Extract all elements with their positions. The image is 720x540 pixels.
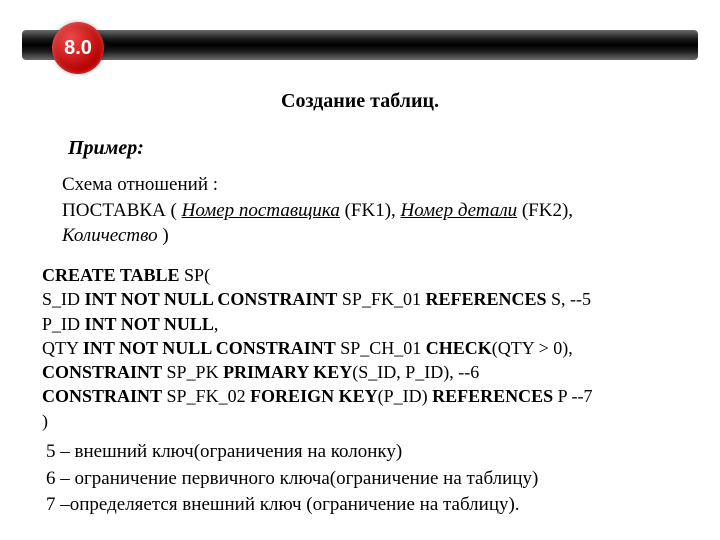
schema-line-1: Схема отношений : bbox=[62, 172, 720, 198]
code-line-7: ) bbox=[42, 409, 720, 433]
schema-line-2: ПОСТАВКА ( Номер поставщика (FK1), Номер… bbox=[62, 198, 720, 224]
schema-qty: Количество bbox=[62, 225, 158, 246]
note-6: 6 – ограничение первичного ключа(огранич… bbox=[46, 466, 720, 493]
code-line-2: S_ID INT NOT NULL CONSTRAINT SP_FK_01 RE… bbox=[42, 287, 720, 311]
code-line-5: CONSTRAINT SP_PK PRIMARY KEY(S_ID, P_ID)… bbox=[42, 360, 720, 384]
code-line-6: CONSTRAINT SP_FK_02 FOREIGN KEY(P_ID) RE… bbox=[42, 384, 720, 408]
code-line-4: QTY INT NOT NULL CONSTRAINT SP_CH_01 CHE… bbox=[42, 336, 720, 360]
header-strip bbox=[22, 30, 698, 60]
sql-label: SQL bbox=[128, 8, 159, 25]
schema-fk2: Номер детали bbox=[401, 200, 518, 221]
schema-block: Схема отношений : ПОСТАВКА ( Номер поста… bbox=[62, 172, 720, 249]
note-5: 5 – внешний ключ(ограничения на колонку) bbox=[46, 439, 720, 466]
slide-header: SQL 8.0 bbox=[0, 0, 720, 72]
schema-table-name: ПОСТАВКА bbox=[62, 200, 166, 221]
sql-code: CREATE TABLE SP( S_ID INT NOT NULL CONST… bbox=[42, 263, 720, 433]
schema-close: ) bbox=[158, 225, 169, 246]
version-badge: 8.0 bbox=[52, 22, 104, 74]
notes-block: 5 – внешний ключ(ограничения на колонку)… bbox=[46, 439, 720, 519]
schema-fk1: Номер поставщика bbox=[182, 200, 340, 221]
schema-line-3: Количество ) bbox=[62, 223, 720, 249]
code-line-1: CREATE TABLE SP( bbox=[42, 263, 720, 287]
note-7: 7 –определяется внешний ключ (ограничени… bbox=[46, 492, 720, 519]
page-title: Создание таблиц. bbox=[0, 90, 720, 113]
example-label: Пример: bbox=[68, 137, 720, 160]
schema-open: ( bbox=[166, 200, 182, 221]
schema-fk1-suffix: (FK1), bbox=[340, 200, 401, 221]
code-line-3: P_ID INT NOT NULL, bbox=[42, 312, 720, 336]
schema-fk2-suffix: (FK2), bbox=[517, 200, 573, 221]
